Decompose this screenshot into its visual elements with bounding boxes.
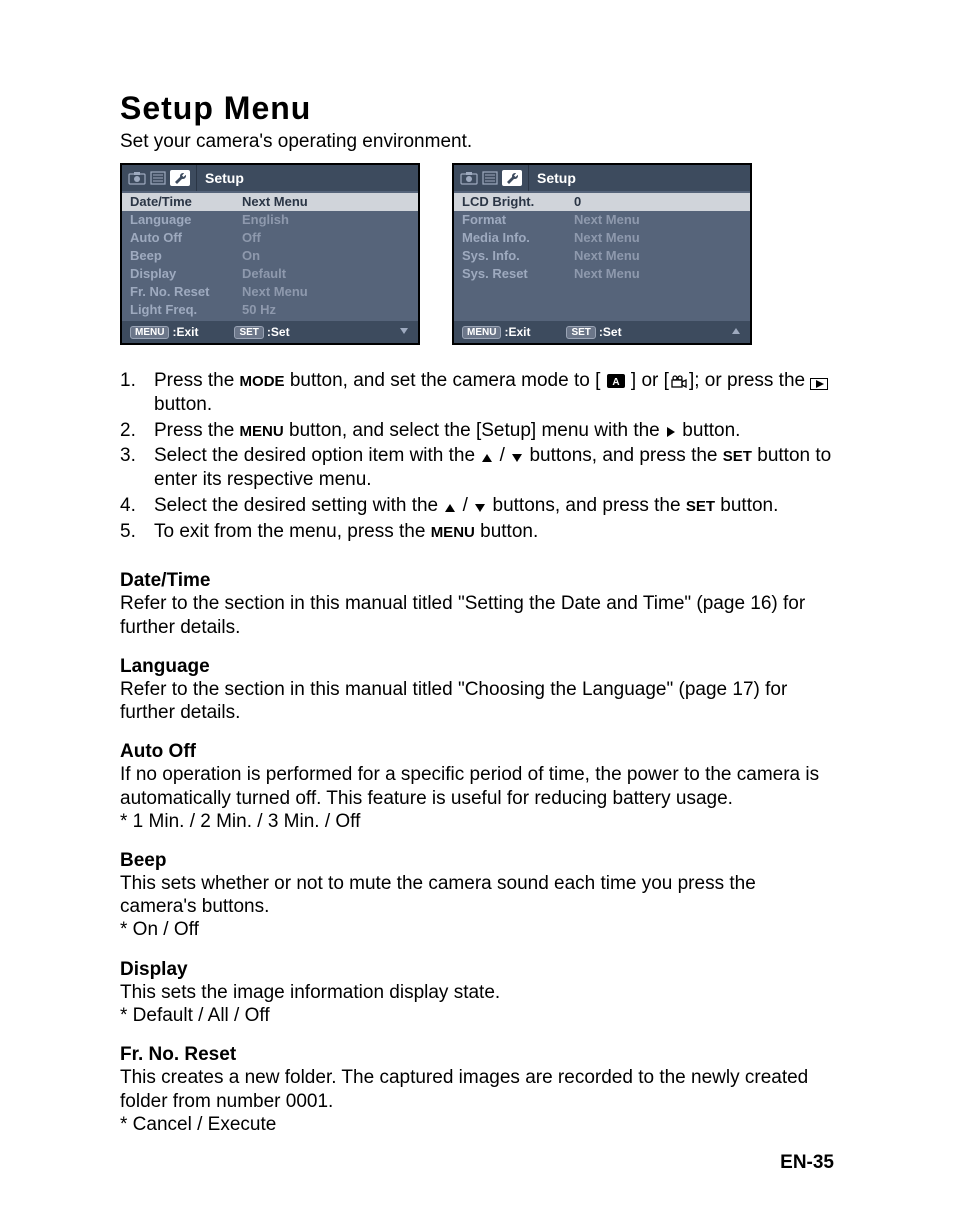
osd2-row-format: FormatNext Menu bbox=[454, 211, 750, 229]
video-icon bbox=[670, 374, 688, 388]
osd1-row-autooff: Auto OffOff bbox=[122, 229, 418, 247]
section-datetime: Date/Time Refer to the section in this m… bbox=[120, 569, 834, 639]
osd2-row-sysinfo: Sys. Info.Next Menu bbox=[454, 247, 750, 265]
set-button-tag: SET bbox=[234, 326, 263, 339]
osd1-row-datetime: Date/TimeNext Menu bbox=[122, 193, 418, 211]
section-autooff: Auto Off If no operation is performed fo… bbox=[120, 740, 834, 833]
page-intro: Set your camera's operating environment. bbox=[120, 131, 834, 153]
section-display: Display This sets the image information … bbox=[120, 958, 834, 1028]
osd-panel-2: Setup LCD Bright.0 FormatNext Menu Media… bbox=[452, 163, 752, 345]
section-frno: Fr. No. Reset This creates a new folder.… bbox=[120, 1043, 834, 1136]
menu-label: MENU bbox=[240, 423, 284, 440]
down-triangle-icon bbox=[474, 503, 486, 513]
menu-label: MENU bbox=[431, 524, 475, 541]
camera-icon bbox=[460, 171, 478, 185]
right-triangle-icon bbox=[666, 426, 676, 438]
osd1-row-beep: BeepOn bbox=[122, 247, 418, 265]
osd1-row-display: DisplayDefault bbox=[122, 265, 418, 283]
menu-button-tag: MENU bbox=[130, 326, 169, 339]
page-number: EN-35 bbox=[120, 1152, 834, 1174]
mode-label: MODE bbox=[240, 373, 285, 390]
list-icon bbox=[482, 171, 498, 185]
instructions-list: 1. Press the MODE button, and set the ca… bbox=[120, 369, 834, 543]
osd1-row-frno: Fr. No. ResetNext Menu bbox=[122, 283, 418, 301]
osd2-row-mediainfo: Media Info.Next Menu bbox=[454, 229, 750, 247]
osd-panel-1: Setup Date/TimeNext Menu LanguageEnglish… bbox=[120, 163, 420, 345]
page-title: Setup Menu bbox=[120, 90, 834, 127]
osd2-body: LCD Bright.0 FormatNext Menu Media Info.… bbox=[454, 191, 750, 321]
svg-text:A: A bbox=[612, 377, 619, 388]
osd1-body: Date/TimeNext Menu LanguageEnglish Auto … bbox=[122, 191, 418, 321]
osd-tabs bbox=[122, 165, 197, 191]
up-triangle-icon bbox=[444, 503, 456, 513]
wrench-icon-active bbox=[502, 170, 522, 186]
osd-row: Setup Date/TimeNext Menu LanguageEnglish… bbox=[120, 163, 834, 345]
osd1-row-language: LanguageEnglish bbox=[122, 211, 418, 229]
set-label: SET bbox=[686, 498, 715, 515]
down-triangle-icon bbox=[398, 325, 410, 339]
list-icon bbox=[150, 171, 166, 185]
osd1-footer: MENU:Exit SET:Set bbox=[122, 321, 418, 343]
osd-tabs bbox=[454, 165, 529, 191]
osd2-row-sysreset: Sys. ResetNext Menu bbox=[454, 265, 750, 283]
up-triangle-icon bbox=[481, 453, 493, 463]
up-triangle-icon bbox=[730, 325, 742, 339]
menu-button-tag: MENU bbox=[462, 326, 501, 339]
camera-icon bbox=[128, 171, 146, 185]
set-label: SET bbox=[723, 448, 752, 465]
down-triangle-icon bbox=[511, 453, 523, 463]
osd2-setup-label: Setup bbox=[529, 165, 750, 191]
section-beep: Beep This sets whether or not to mute th… bbox=[120, 849, 834, 942]
wrench-icon-active bbox=[170, 170, 190, 186]
osd2-footer: MENU:Exit SET:Set bbox=[454, 321, 750, 343]
play-icon bbox=[810, 378, 828, 390]
camera-auto-icon: A bbox=[607, 374, 625, 388]
section-language: Language Refer to the section in this ma… bbox=[120, 655, 834, 725]
osd1-row-lightfreq: Light Freq.50 Hz bbox=[122, 301, 418, 319]
set-button-tag: SET bbox=[566, 326, 595, 339]
osd2-row-lcdbright: LCD Bright.0 bbox=[454, 193, 750, 211]
osd1-setup-label: Setup bbox=[197, 165, 418, 191]
